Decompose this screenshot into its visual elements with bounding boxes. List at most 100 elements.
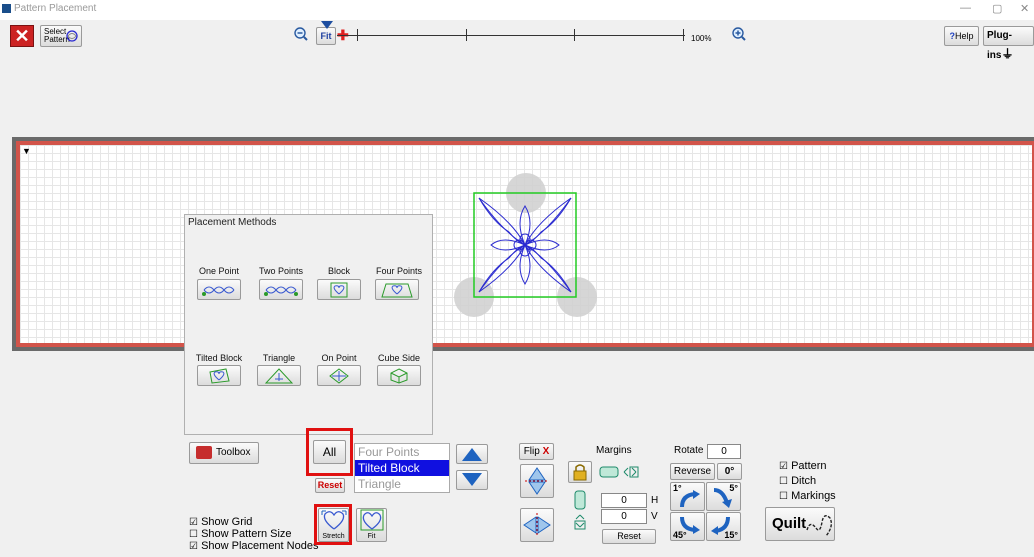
triangle-button[interactable] [257,365,301,386]
tilted-block-button[interactable] [197,365,241,386]
show-placement-nodes-checkbox[interactable]: ☑ Show Placement Nodes [189,540,318,552]
down-arrow-icon [462,473,482,486]
close-window-icon[interactable]: ✕ [1020,2,1029,15]
zoom-out-icon[interactable] [290,26,312,46]
cube-side-button[interactable] [377,365,421,386]
rotate-15-button[interactable]: 15° [706,512,741,541]
list-item[interactable]: Four Points [355,444,449,460]
placement-methods-panel [184,214,433,435]
method-label: Cube Side [377,353,421,363]
margin-h-input[interactable]: 0 [601,493,647,508]
method-label: Triangle [262,353,296,363]
rotate-45-button[interactable]: 45° [670,512,705,541]
margin-lock-button[interactable] [568,461,592,483]
four-points-button[interactable] [375,279,419,300]
zoom-slider-track[interactable] [337,35,685,36]
title-bar: Pattern Placement — ▢ ✕ [0,0,1034,20]
one-point-icon [202,286,235,296]
stretch-label: Stretch [322,533,345,540]
up-arrow-icon [462,448,482,461]
zero-degree-button[interactable]: 0° [717,463,742,480]
checkbox-label: Ditch [791,475,817,487]
block-button[interactable] [317,279,361,300]
list-reset-button[interactable]: Reset [315,478,345,493]
tilted-block-icon [209,368,230,384]
four-points-icon [381,283,413,298]
checkbox-label: Pattern [791,460,827,472]
plug-icon: ⏚ [1001,47,1014,61]
method-list[interactable]: Four Points Tilted Block Triangle [354,443,450,493]
slider-thumb-icon[interactable] [321,21,333,29]
zoom-value-label: 100% [691,34,712,43]
checkbox-mark: ☐ [779,491,788,502]
all-button[interactable]: All [313,440,346,464]
markings-checkbox[interactable]: ☐ Markings [779,490,836,502]
reverse-button[interactable]: Reverse [670,463,715,480]
method-label: Two Points [258,266,304,276]
margin-horizontal-icon[interactable] [598,463,644,484]
lock-icon [573,464,587,481]
show-grid-checkbox[interactable]: ☑ Show Grid [189,516,252,528]
rotate-cw-icon [713,488,732,508]
flip-horizontal-button[interactable] [520,508,554,542]
block-icon [330,282,348,298]
rotate-label: Rotate [674,445,704,456]
list-up-button[interactable] [456,444,488,464]
triangle-icon [264,368,294,384]
corner-marker-icon: ▼ [22,146,31,156]
fit-label: Fit [367,533,376,540]
method-label: One Point [198,266,240,276]
margins-label: Margins [596,445,632,456]
margins-reset-button[interactable]: Reset [602,529,656,544]
list-down-button[interactable] [456,470,488,490]
toolbox-button[interactable]: Toolbox [189,442,259,464]
margin-v-input[interactable]: 0 [601,509,647,524]
checkbox-mark: ☐ [189,529,198,540]
checkbox-mark: ☑ [189,517,198,528]
rotate-input[interactable]: 0 [707,444,741,459]
method-label: Tilted Block [195,353,243,363]
checkbox-label: Show Grid [201,516,253,528]
quilt-label: Quilt [772,515,807,532]
slider-tick [683,29,684,41]
checkbox-label: Show Placement Nodes [201,540,319,552]
fit-button[interactable]: Fit [356,508,387,542]
one-point-button[interactable] [197,279,241,300]
checkbox-label: Markings [791,490,836,502]
on-point-icon [329,368,349,384]
margin-v-label: V [651,511,658,522]
on-point-button[interactable] [317,365,361,386]
method-label: Block [327,266,350,276]
select-pattern-button[interactable]: Select Pattern [40,25,82,47]
ditch-checkbox[interactable]: ☐ Ditch [779,475,816,487]
flip-button[interactable]: Flip X [519,443,554,460]
slider-tick [574,29,575,41]
stretch-button[interactable]: Stretch [318,508,349,542]
toolbox-icon [196,446,212,459]
margin-h-label: H [651,495,659,506]
pattern-block[interactable] [473,192,577,298]
fit-icon [360,509,383,531]
help-button[interactable]: ?Help [944,26,979,46]
two-points-icon [264,286,298,296]
pattern-checkbox[interactable]: ☑ Pattern [779,460,827,472]
close-button[interactable]: ✕ [10,25,34,47]
flip-vertical-button[interactable] [520,464,554,498]
two-points-button[interactable] [259,279,303,300]
show-pattern-size-checkbox[interactable]: ☐ Show Pattern Size [189,528,292,540]
minimize-icon[interactable]: — [960,2,971,14]
checkbox-mark: ☑ [779,461,788,472]
maximize-icon[interactable]: ▢ [992,2,1002,15]
zoom-in-icon[interactable] [728,26,750,46]
flip-vertical-icon [525,467,549,495]
toolbox-label: Toolbox [216,447,251,458]
margin-vertical-icon[interactable] [570,489,590,538]
fit-zoom-button[interactable]: Fit [316,27,336,45]
list-item-selected[interactable]: Tilted Block [355,460,449,476]
quilt-button[interactable]: Quilt [765,507,835,541]
list-item[interactable]: Triangle [355,476,449,492]
pattern-icon [66,30,78,42]
plugins-button[interactable]: Plug-ins⏚ [983,26,1034,61]
rotate-5-button[interactable]: 5° [706,482,741,511]
rotate-1-button[interactable]: 1° [670,482,705,511]
